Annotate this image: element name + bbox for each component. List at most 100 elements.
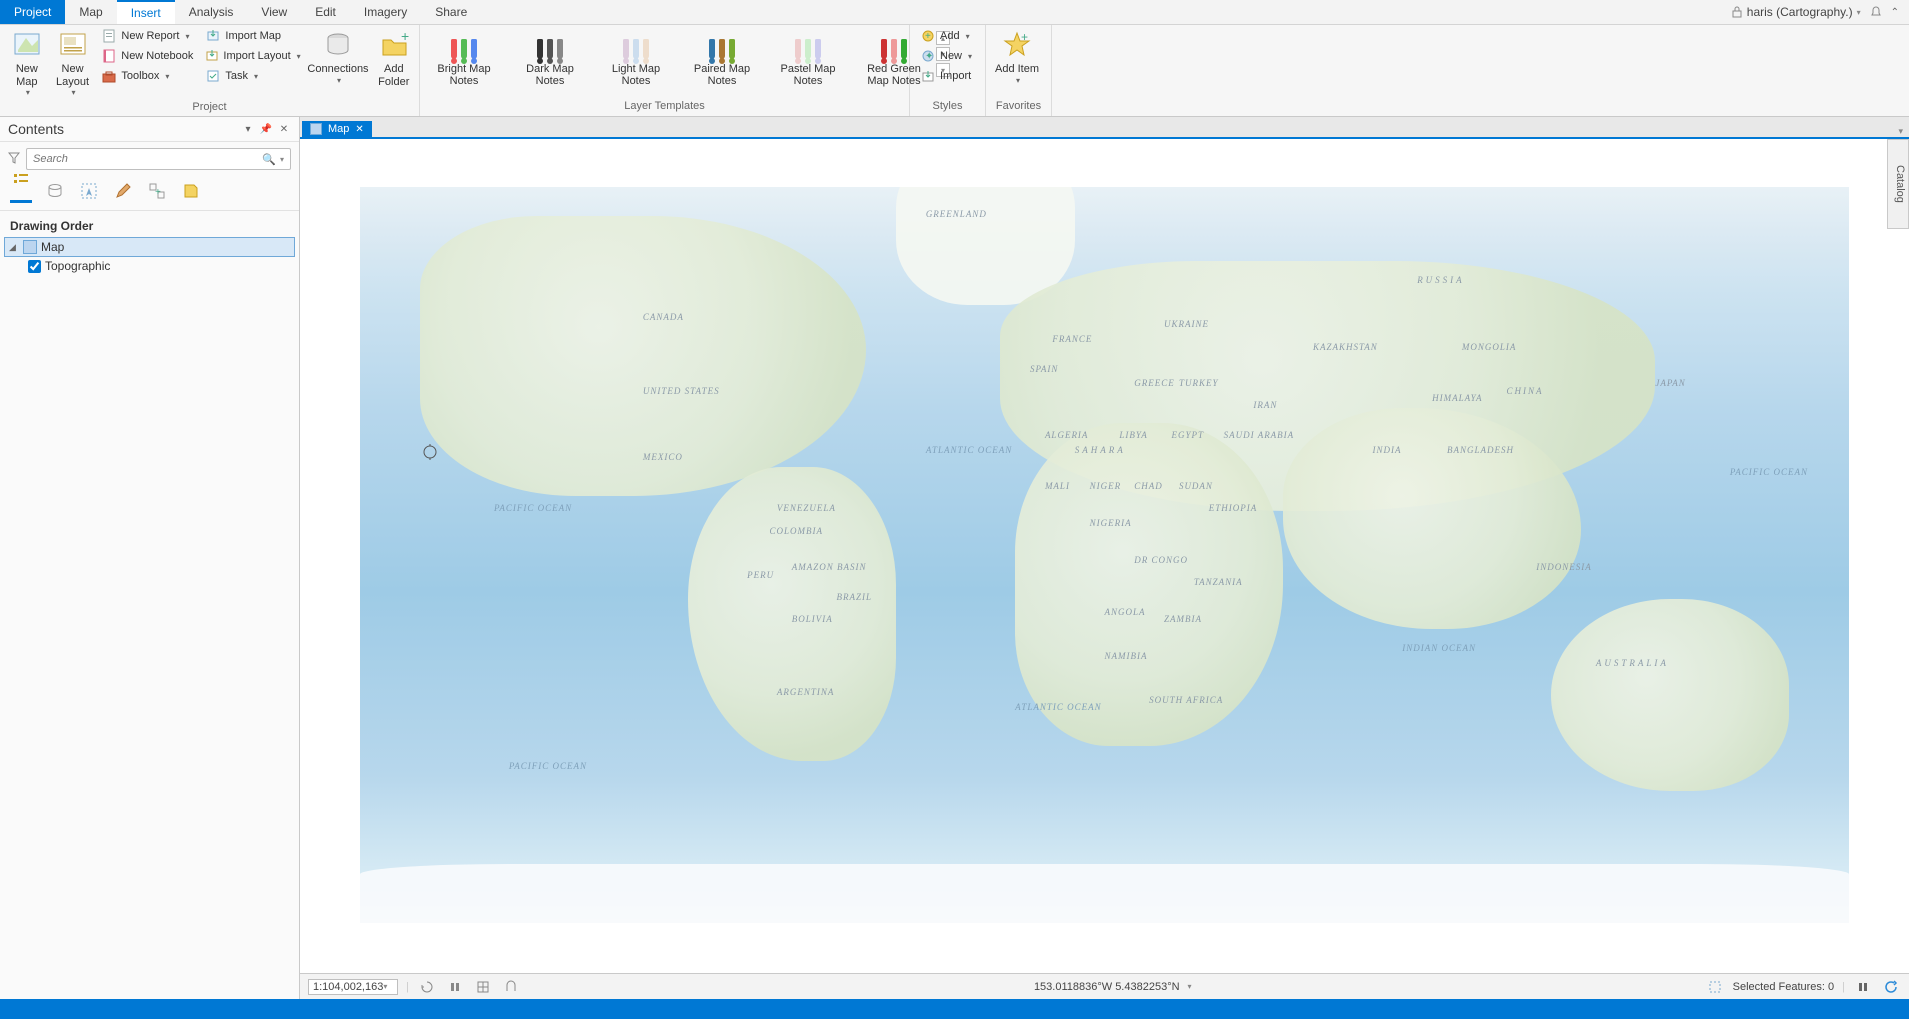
list-by-labeling-icon[interactable] bbox=[180, 180, 202, 202]
map-frame-icon bbox=[23, 240, 37, 254]
new-notebook-button[interactable]: New Notebook bbox=[97, 47, 197, 65]
app-status-bar bbox=[0, 999, 1909, 1019]
map-label: DR CONGO bbox=[1134, 555, 1188, 565]
status-rotate-icon[interactable] bbox=[417, 977, 437, 997]
tmpl-pastel[interactable]: Pastel Map Notes bbox=[776, 31, 840, 87]
map-label: HIMALAYA bbox=[1432, 393, 1482, 403]
tab-share[interactable]: Share bbox=[421, 0, 481, 24]
group-label-favorites: Favorites bbox=[992, 98, 1045, 114]
map-label: SAUDI ARABIA bbox=[1224, 430, 1295, 440]
tab-imagery[interactable]: Imagery bbox=[350, 0, 421, 24]
view-tab-menu-icon[interactable]: ▾ bbox=[1892, 126, 1909, 137]
refresh-icon[interactable] bbox=[1881, 977, 1901, 997]
import-layout-button[interactable]: Import Layout bbox=[201, 47, 301, 65]
map-label: AMAZON BASIN bbox=[792, 562, 867, 572]
notifications-icon[interactable] bbox=[1869, 5, 1883, 19]
list-by-selection-icon[interactable] bbox=[78, 180, 100, 202]
new-map-button[interactable]: New Map bbox=[6, 27, 48, 99]
tmpl-bright[interactable]: Bright Map Notes bbox=[432, 31, 496, 87]
search-input[interactable] bbox=[33, 153, 258, 165]
drawing-order-heading: Drawing Order bbox=[0, 211, 299, 237]
map-label: ETHIOPIA bbox=[1209, 503, 1258, 513]
map-label: NAMIBIA bbox=[1105, 651, 1148, 661]
styles-add-button[interactable]: +Add bbox=[916, 27, 976, 45]
map-label: ALGERIA bbox=[1045, 430, 1089, 440]
search-options-icon[interactable]: ▾ bbox=[280, 155, 284, 164]
toolbox-button[interactable]: Toolbox bbox=[97, 67, 197, 85]
group-label-templates: Layer Templates bbox=[426, 98, 903, 114]
map-label: Pacific Ocean bbox=[494, 503, 572, 513]
svg-text:+: + bbox=[401, 30, 409, 44]
new-layout-button[interactable]: New Layout bbox=[52, 27, 94, 99]
tab-edit[interactable]: Edit bbox=[301, 0, 350, 24]
connections-button[interactable]: Connections bbox=[305, 27, 370, 87]
map-label: VENEZUELA bbox=[777, 503, 836, 513]
map-label: MONGOLIA bbox=[1462, 342, 1517, 352]
svg-text:+: + bbox=[925, 31, 931, 42]
map-label: FRANCE bbox=[1052, 334, 1092, 344]
list-by-editing-icon[interactable] bbox=[112, 180, 134, 202]
tab-map[interactable]: Map bbox=[65, 0, 116, 24]
tab-insert[interactable]: Insert bbox=[117, 0, 175, 24]
expand-icon[interactable]: ◢ bbox=[9, 242, 19, 253]
search-icon[interactable]: 🔍 bbox=[262, 153, 276, 166]
tab-view[interactable]: View bbox=[247, 0, 301, 24]
tree-layer-topographic[interactable]: Topographic bbox=[4, 257, 295, 275]
draw-pause-icon[interactable] bbox=[1853, 977, 1873, 997]
contents-close-icon[interactable]: ✕ bbox=[277, 124, 291, 135]
map-canvas[interactable]: CANADA UNITED STATES MEXICO VENEZUELA CO… bbox=[360, 187, 1849, 923]
map-label: UKRAINE bbox=[1164, 319, 1209, 329]
tree-map-node[interactable]: ◢ Map bbox=[4, 237, 295, 257]
ribbon-group-favorites: + Add Item Favorites bbox=[986, 25, 1052, 116]
map-label: BANGLADESH bbox=[1447, 445, 1514, 455]
map-label: TANZANIA bbox=[1194, 577, 1243, 587]
filter-icon[interactable] bbox=[8, 152, 22, 166]
task-button[interactable]: Task bbox=[201, 67, 301, 85]
selected-features-icon[interactable] bbox=[1705, 977, 1725, 997]
contents-menu-icon[interactable]: ▾ bbox=[241, 124, 255, 135]
import-map-button[interactable]: Import Map bbox=[201, 27, 301, 45]
status-snap-icon[interactable] bbox=[501, 977, 521, 997]
map-label: CHINA bbox=[1507, 386, 1544, 396]
tab-analysis[interactable]: Analysis bbox=[175, 0, 248, 24]
map-label: LIBYA bbox=[1119, 430, 1147, 440]
tab-project[interactable]: Project bbox=[0, 0, 65, 24]
add-folder-button[interactable]: + Add Folder bbox=[375, 27, 413, 90]
scale-box[interactable]: 1:104,002,163▾ bbox=[308, 979, 398, 995]
map-label: NIGERIA bbox=[1090, 518, 1132, 528]
map-canvas-container: CANADA UNITED STATES MEXICO VENEZUELA CO… bbox=[300, 139, 1909, 973]
coords-menu-icon[interactable]: ▾ bbox=[1188, 982, 1192, 991]
map-label: SAHARA bbox=[1075, 445, 1126, 455]
close-tab-icon[interactable]: ✕ bbox=[355, 124, 363, 135]
svg-text:✦: ✦ bbox=[925, 51, 933, 62]
map-label: ANGOLA bbox=[1105, 607, 1146, 617]
styles-new-button[interactable]: ✦New bbox=[916, 47, 976, 65]
map-label: BRAZIL bbox=[836, 592, 872, 602]
map-label: CANADA bbox=[643, 312, 684, 322]
tmpl-paired[interactable]: Paired Map Notes bbox=[690, 31, 754, 87]
status-grid-icon[interactable] bbox=[473, 977, 493, 997]
styles-import-button[interactable]: Import bbox=[916, 67, 976, 85]
view-tab-map[interactable]: Map ✕ bbox=[302, 121, 372, 137]
status-pause-icon[interactable] bbox=[445, 977, 465, 997]
catalog-pane-collapsed[interactable]: Catalog bbox=[1887, 139, 1909, 229]
map-label: CHAD bbox=[1134, 481, 1163, 491]
map-label: GREENLAND bbox=[926, 209, 987, 219]
map-label: EGYPT bbox=[1172, 430, 1205, 440]
map-label: Pacific Ocean bbox=[509, 761, 587, 771]
ribbon: New Map New Layout New Report New Notebo… bbox=[0, 25, 1909, 117]
layer-visibility-checkbox[interactable] bbox=[28, 260, 41, 273]
group-label-project: Project bbox=[6, 99, 413, 115]
map-label: INDONESIA bbox=[1536, 562, 1592, 572]
list-by-data-source-icon[interactable] bbox=[44, 180, 66, 202]
tmpl-light[interactable]: Light Map Notes bbox=[604, 31, 668, 87]
collapse-ribbon-icon[interactable]: ⌃ bbox=[1891, 7, 1899, 18]
new-report-button[interactable]: New Report bbox=[97, 27, 197, 45]
tmpl-dark[interactable]: Dark Map Notes bbox=[518, 31, 582, 87]
add-item-button[interactable]: + Add Item bbox=[992, 27, 1042, 87]
list-by-drawing-order-icon[interactable] bbox=[10, 180, 32, 203]
map-label: INDIA bbox=[1373, 445, 1402, 455]
list-by-snapping-icon[interactable]: + bbox=[146, 180, 168, 202]
contents-pin-icon[interactable]: 📌 bbox=[259, 124, 273, 135]
user-sign-in[interactable]: haris (Cartography.) ▾ bbox=[1731, 5, 1861, 19]
